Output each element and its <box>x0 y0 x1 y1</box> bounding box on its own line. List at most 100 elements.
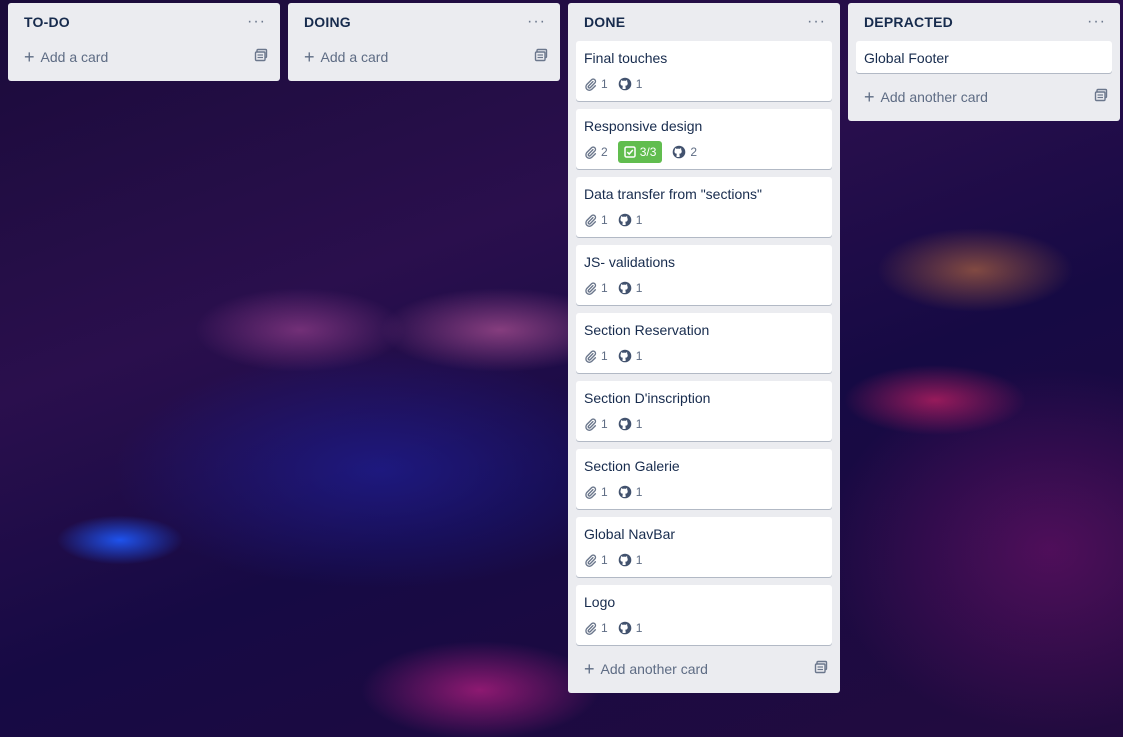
more-horizontal-icon[interactable]: ··· <box>807 14 826 30</box>
attachment-count: 1 <box>601 213 608 227</box>
github-count: 1 <box>635 77 643 91</box>
github-badge: 1 <box>618 485 643 499</box>
attachment-count: 1 <box>601 553 608 567</box>
list-header: DOING ··· <box>296 3 552 41</box>
github-icon <box>618 77 631 91</box>
list-title[interactable]: DONE <box>584 14 625 30</box>
list-header: TO-DO ··· <box>16 3 272 41</box>
add-card-button[interactable]: + Add another card <box>856 81 1112 113</box>
card-title: Section Reservation <box>584 322 710 338</box>
card-template-icon[interactable] <box>254 48 268 67</box>
attachment-count: 1 <box>601 281 608 295</box>
card-title: Final touches <box>584 50 668 66</box>
more-horizontal-icon[interactable]: ··· <box>1087 14 1106 30</box>
github-icon <box>618 553 631 567</box>
list-doing: DOING ··· + Add a card <box>288 3 560 81</box>
github-icon <box>618 213 631 227</box>
attachment-count: 1 <box>601 485 608 499</box>
card-title: Data transfer from "sections" <box>584 186 763 202</box>
github-badge: 1 <box>618 77 643 91</box>
card-template-icon[interactable] <box>1094 88 1108 107</box>
card[interactable]: Global Footer <box>856 41 1112 73</box>
github-badge: 1 <box>618 621 643 635</box>
attachment-badge: 1 <box>584 213 608 227</box>
add-card-button[interactable]: + Add a card <box>296 41 552 73</box>
github-badge: 1 <box>618 417 643 431</box>
card[interactable]: Responsive design 2 3/3 2 <box>576 109 832 169</box>
card-title: Global Footer <box>864 50 949 66</box>
paperclip-icon <box>585 350 597 363</box>
card-title: Logo <box>584 594 616 610</box>
card[interactable]: Section Galerie 1 1 <box>576 449 832 509</box>
github-count: 1 <box>635 485 643 499</box>
card-template-icon[interactable] <box>534 48 548 67</box>
plus-icon: + <box>864 87 875 107</box>
card[interactable]: Final touches 1 1 <box>576 41 832 101</box>
card[interactable]: Global NavBar 1 1 <box>576 517 832 577</box>
paperclip-icon <box>585 282 597 295</box>
card-title: Responsive design <box>584 118 703 134</box>
attachment-count: 2 <box>601 145 608 159</box>
attachment-badge: 1 <box>584 553 608 567</box>
list-depracted: DEPRACTED ··· Global Footer + Add anothe… <box>848 3 1120 121</box>
github-badge: 1 <box>618 281 643 295</box>
github-icon <box>618 417 631 431</box>
github-icon <box>618 349 631 363</box>
github-count: 1 <box>635 281 643 295</box>
github-icon <box>618 485 631 499</box>
list-title[interactable]: DOING <box>304 14 351 30</box>
list-title[interactable]: TO-DO <box>24 14 70 30</box>
github-count: 2 <box>690 145 698 159</box>
list-done: DONE ··· Final touches 1 1 Responsive de… <box>568 3 840 693</box>
paperclip-icon <box>585 486 597 499</box>
paperclip-icon <box>585 622 597 635</box>
github-icon <box>618 281 631 295</box>
github-count: 1 <box>635 417 643 431</box>
card[interactable]: Section Reservation 1 1 <box>576 313 832 373</box>
more-horizontal-icon[interactable]: ··· <box>247 14 266 30</box>
card[interactable]: Logo 1 1 <box>576 585 832 645</box>
attachment-badge: 1 <box>584 485 608 499</box>
more-horizontal-icon[interactable]: ··· <box>527 14 546 30</box>
attachment-badge: 1 <box>584 281 608 295</box>
github-count: 1 <box>635 553 643 567</box>
github-count: 1 <box>635 213 643 227</box>
github-badge: 1 <box>618 553 643 567</box>
card[interactable]: JS- validations 1 1 <box>576 245 832 305</box>
card[interactable]: Section D'inscription 1 1 <box>576 381 832 441</box>
list-todo: TO-DO ··· + Add a card <box>8 3 280 81</box>
attachment-count: 1 <box>601 77 608 91</box>
github-badge: 2 <box>672 145 697 159</box>
attachment-badge: 2 <box>584 145 608 159</box>
card-template-icon[interactable] <box>814 660 828 679</box>
add-card-button[interactable]: + Add a card <box>16 41 272 73</box>
attachment-count: 1 <box>601 621 608 635</box>
list-header: DEPRACTED ··· <box>856 3 1112 41</box>
add-card-label: Add a card <box>320 49 389 65</box>
card-title: Section D'inscription <box>584 390 711 406</box>
add-card-button[interactable]: + Add another card <box>576 653 832 685</box>
plus-icon: + <box>24 47 35 67</box>
plus-icon: + <box>304 47 315 67</box>
attachment-count: 1 <box>601 417 608 431</box>
github-count: 1 <box>635 349 643 363</box>
checkbox-icon <box>623 146 636 158</box>
attachment-badge: 1 <box>584 77 608 91</box>
card[interactable]: Data transfer from "sections" 1 1 <box>576 177 832 237</box>
card-title: Section Galerie <box>584 458 680 474</box>
paperclip-icon <box>585 78 597 91</box>
checklist-badge: 3/3 <box>617 141 663 163</box>
attachment-count: 1 <box>601 349 608 363</box>
paperclip-icon <box>585 554 597 567</box>
paperclip-icon <box>585 214 597 227</box>
list-header: DONE ··· <box>576 3 832 41</box>
card-title: JS- validations <box>584 254 676 270</box>
list-title[interactable]: DEPRACTED <box>864 14 953 30</box>
attachment-badge: 1 <box>584 417 608 431</box>
card-title: Global NavBar <box>584 526 676 542</box>
paperclip-icon <box>585 418 597 431</box>
github-badge: 1 <box>618 213 643 227</box>
github-count: 1 <box>635 621 643 635</box>
paperclip-icon <box>585 146 597 159</box>
checklist-count: 3/3 <box>639 145 657 159</box>
